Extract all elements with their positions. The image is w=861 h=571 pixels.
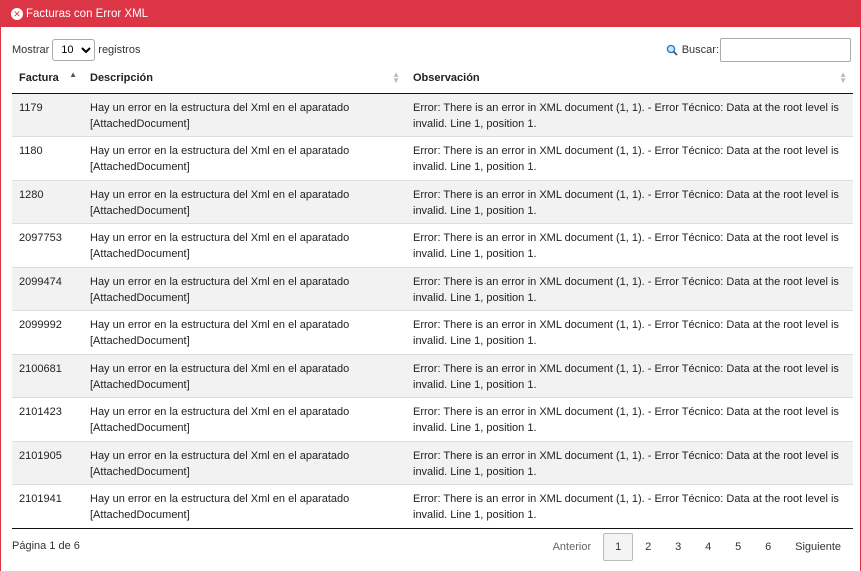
pagination-info: Página 1 de 6	[12, 540, 80, 552]
cell-factura: 2100681	[12, 353, 83, 398]
pagination: Anterior 1 2 3 4 5 6 Siguiente	[545, 533, 849, 561]
table-header-row: Factura ▲ Descripción ▲ ▼ Observación ▲ ▼	[12, 63, 853, 94]
sort-asc-icon: ▲	[69, 70, 77, 79]
page-button-5[interactable]: 5	[723, 534, 753, 560]
cell-descripcion: Hay un error en la estructura del Xml en…	[83, 353, 406, 398]
cell-factura: 2099992	[12, 310, 83, 354]
cell-descripcion: Hay un error en la estructura del Xml en…	[83, 310, 406, 354]
cell-observacion: Error: There is an error in XML document…	[406, 484, 853, 529]
cell-factura: 1180	[12, 136, 83, 180]
records-label: registros	[98, 44, 141, 56]
column-header-observacion[interactable]: Observación ▲ ▼	[406, 63, 853, 94]
table-row[interactable]: 2101423 Hay un error en la estructura del…	[12, 397, 853, 441]
table-controls: Mostrar 10 registros Buscar:	[12, 38, 851, 62]
page-button-1[interactable]: 1	[603, 533, 634, 561]
table-row[interactable]: 2099474 Hay un error en la estructura del…	[12, 266, 853, 311]
invoices-table: Factura ▲ Descripción ▲ ▼ Observación ▲ ▼ …	[12, 63, 853, 529]
search-control: Buscar:	[666, 38, 851, 62]
cell-observacion: Error: There is an error in XML document…	[406, 92, 853, 137]
search-icon	[666, 44, 678, 56]
table-row[interactable]: 2097753 Hay un error en la estructura del…	[12, 223, 853, 267]
cell-factura: 1179	[12, 92, 83, 137]
panel-title: Facturas con Error XML	[26, 7, 149, 20]
page-length-control: Mostrar 10 registros	[12, 38, 140, 62]
table-row[interactable]: 1280 Hay un error en la estructura del Xm…	[12, 179, 853, 224]
cell-factura: 2101423	[12, 397, 83, 441]
cell-observacion: Error: There is an error in XML document…	[406, 266, 853, 311]
sort-icon: ▲ ▼	[392, 70, 400, 85]
page-button-3[interactable]: 3	[663, 534, 693, 560]
page-button-6[interactable]: 6	[753, 534, 783, 560]
cell-factura: 2097753	[12, 223, 83, 267]
table-row[interactable]: 2100681 Hay un error en la estructura del…	[12, 353, 853, 398]
cell-observacion: Error: There is an error in XML document…	[406, 353, 853, 398]
times-circle-icon: ✕	[11, 7, 23, 20]
cell-observacion: Error: There is an error in XML document…	[406, 440, 853, 485]
table-row[interactable]: 2101941 Hay un error en la estructura del…	[12, 484, 853, 529]
cell-observacion: Error: There is an error in XML document…	[406, 223, 853, 267]
search-input[interactable]	[720, 38, 851, 62]
table-row[interactable]: 2099992 Hay un error en la estructura del…	[12, 310, 853, 354]
cell-descripcion: Hay un error en la estructura del Xml en…	[83, 397, 406, 441]
next-page-button[interactable]: Siguiente	[783, 534, 849, 560]
search-label: Buscar:	[681, 44, 719, 56]
panel: ✕ Facturas con Error XML Mostrar 10 regi…	[0, 0, 861, 571]
cell-descripcion: Hay un error en la estructura del Xml en…	[83, 266, 406, 311]
cell-observacion: Error: There is an error in XML document…	[406, 397, 853, 441]
column-header-descripcion[interactable]: Descripción ▲ ▼	[83, 63, 406, 94]
panel-header: ✕ Facturas con Error XML	[1, 0, 861, 27]
cell-factura: 2099474	[12, 266, 83, 311]
cell-descripcion: Hay un error en la estructura del Xml en…	[83, 484, 406, 529]
cell-observacion: Error: There is an error in XML document…	[406, 136, 853, 180]
show-label: Mostrar	[12, 44, 50, 56]
column-header-label: Descripción	[90, 71, 153, 84]
table-body: 1179 Hay un error en la estructura del Xm…	[12, 92, 853, 529]
column-header-label: Observación	[413, 71, 480, 84]
cell-descripcion: Hay un error en la estructura del Xml en…	[83, 136, 406, 180]
previous-page-button[interactable]: Anterior	[545, 534, 604, 560]
cell-factura: 1280	[12, 179, 83, 224]
cell-observacion: Error: There is an error in XML document…	[406, 310, 853, 354]
sort-icon: ▲ ▼	[839, 70, 847, 85]
cell-descripcion: Hay un error en la estructura del Xml en…	[83, 440, 406, 485]
page-button-4[interactable]: 4	[693, 534, 723, 560]
cell-descripcion: Hay un error en la estructura del Xml en…	[83, 179, 406, 224]
table-row[interactable]: 1179 Hay un error en la estructura del Xm…	[12, 92, 853, 137]
table-row[interactable]: 2101905 Hay un error en la estructura del…	[12, 440, 853, 485]
cell-observacion: Error: There is an error in XML document…	[406, 179, 853, 224]
column-header-factura[interactable]: Factura ▲	[12, 63, 83, 94]
table-row[interactable]: 1180 Hay un error en la estructura del Xm…	[12, 136, 853, 180]
page-button-2[interactable]: 2	[633, 534, 663, 560]
page-size-select[interactable]: 10	[52, 39, 96, 61]
column-header-label: Factura	[19, 71, 59, 84]
cell-descripcion: Hay un error en la estructura del Xml en…	[83, 223, 406, 267]
cell-descripcion: Hay un error en la estructura del Xml en…	[83, 92, 406, 137]
cell-factura: 2101905	[12, 440, 83, 485]
cell-factura: 2101941	[12, 484, 83, 529]
